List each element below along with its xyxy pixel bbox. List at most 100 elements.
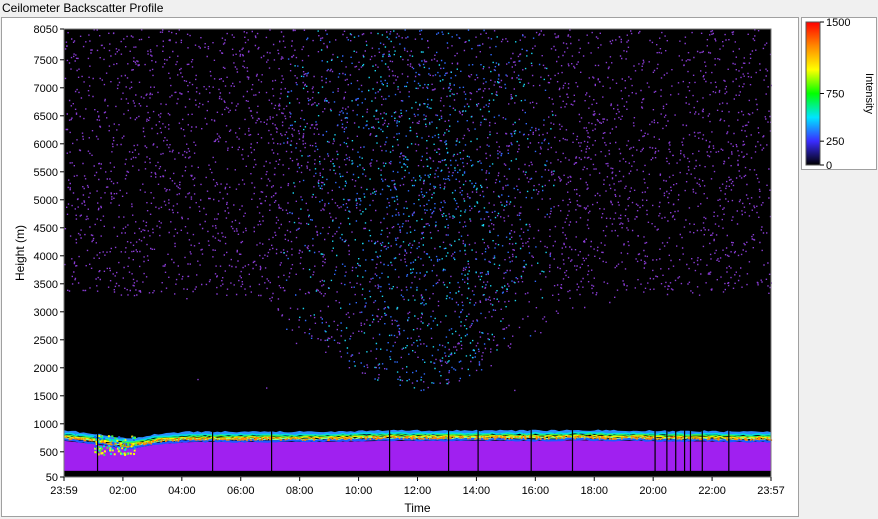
y-tick-label: 5500	[34, 167, 58, 179]
x-tick-label: 08:00	[286, 485, 314, 497]
disturbance-speck	[103, 437, 106, 440]
y-tick-label: 50	[46, 472, 58, 484]
disturbance-speck	[126, 442, 129, 445]
data-gap-line	[388, 423, 391, 472]
y-tick-label: 1000	[34, 419, 58, 431]
disturbance-speck	[114, 437, 117, 440]
disturbance-speck	[103, 450, 106, 453]
y-tick-label: 7000	[34, 83, 58, 95]
x-tick-label: 23:59	[50, 485, 78, 497]
y-axis-title: Height (m)	[13, 225, 27, 281]
disturbance-speck	[103, 445, 106, 448]
x-tick-label: 06:00	[227, 485, 255, 497]
data-gap-line	[728, 423, 730, 472]
data-gap-line	[96, 423, 99, 472]
disturbance-speck	[109, 452, 112, 455]
disturbance-speck	[134, 437, 137, 440]
disturbance-speck	[133, 453, 136, 456]
disturbance-speck	[121, 453, 124, 456]
y-tick-label: 3000	[34, 307, 58, 319]
y-tick-label: 6000	[34, 139, 58, 151]
y-tick-label: 3500	[34, 279, 58, 291]
y-tick-label: 7500	[34, 55, 58, 67]
disturbance-speck	[121, 441, 124, 444]
disturbance-speck	[94, 436, 97, 439]
disturbance-speck	[104, 440, 107, 443]
data-gap-line	[701, 423, 703, 472]
data-gap-line	[675, 423, 677, 472]
y-tick-label: 4500	[34, 223, 58, 235]
disturbance-speck	[111, 435, 114, 438]
disturbance-speck	[98, 435, 101, 438]
data-gap-line	[654, 423, 656, 472]
disturbance-speck	[115, 445, 118, 448]
x-tick-label: 20:00	[639, 485, 667, 497]
boundary-layer	[64, 429, 773, 476]
disturbance-speck	[135, 446, 138, 449]
disturbance-speck	[99, 440, 102, 443]
disturbance-speck	[121, 447, 124, 450]
disturbance-speck	[114, 440, 117, 443]
x-tick-label: 04:00	[168, 485, 196, 497]
disturbance-speck	[108, 445, 111, 448]
y-tick-label: 4000	[34, 251, 58, 263]
disturbance-speck	[116, 441, 119, 444]
disturbance-speck	[118, 446, 121, 449]
plot-area[interactable]	[64, 29, 773, 477]
disturbance-speck	[122, 438, 125, 441]
data-gap-line	[477, 423, 479, 472]
disturbance-speck	[121, 444, 124, 447]
x-tick-label: 12:00	[404, 485, 432, 497]
data-gap-line	[689, 423, 692, 472]
disturbance-speck	[100, 435, 103, 438]
disturbance-speck	[129, 452, 132, 455]
disturbance-speck	[103, 453, 106, 456]
y-tick-label: 8050	[34, 24, 58, 36]
data-gap-line	[666, 423, 668, 472]
disturbance-speck	[130, 445, 133, 448]
disturbance-speck	[127, 444, 130, 447]
x-axis-title: Time	[404, 501, 431, 515]
disturbance-speck	[116, 439, 119, 442]
y-tick-label: 1500	[34, 391, 58, 403]
data-gap-line	[571, 423, 574, 472]
disturbance-speck	[133, 449, 136, 452]
disturbance-speck	[135, 444, 138, 447]
data-gap-line	[530, 423, 532, 472]
y-tick-label: 5000	[34, 195, 58, 207]
disturbance-speck	[106, 446, 109, 449]
surface-strip	[64, 470, 771, 477]
disturbance-speck	[109, 439, 112, 442]
y-tick-label: 2500	[34, 335, 58, 347]
disturbance-speck	[99, 448, 102, 451]
disturbance-speck	[132, 443, 135, 446]
x-tick-label: 18:00	[580, 485, 608, 497]
disturbance-speck	[132, 446, 135, 449]
heatmap-chart: 50 500 1000 1500 2000 2500 3000 3500 4000 4500 500…	[13, 24, 785, 515]
data-gap-line	[211, 423, 214, 472]
disturbance-speck	[99, 438, 102, 441]
y-tick-label: 2000	[34, 363, 58, 375]
data-gap-line	[270, 423, 273, 472]
disturbance-speck	[109, 449, 112, 452]
colorbar-panel	[801, 17, 877, 170]
disturbance-speck	[124, 448, 127, 451]
x-tick-label: 22:00	[698, 485, 726, 497]
data-gap-line	[447, 423, 450, 472]
disturbance-speck	[118, 436, 121, 439]
disturbance-speck	[117, 450, 120, 453]
disturbance-speck	[113, 453, 116, 456]
disturbance-speck	[100, 452, 103, 455]
x-tick-label: 02:00	[109, 485, 137, 497]
disturbance-speck	[112, 440, 115, 443]
disturbance-speck	[111, 441, 114, 444]
x-tick-label: 10:00	[345, 485, 373, 497]
disturbance-speck	[126, 452, 129, 455]
y-tick-label: 6500	[34, 111, 58, 123]
x-tick-label: 16:00	[522, 485, 550, 497]
disturbance-speck	[94, 446, 97, 449]
strong-aerosol-layer	[64, 440, 771, 476]
y-tick-label: 500	[40, 447, 58, 459]
disturbance-speck	[124, 453, 127, 456]
x-tick-label: 14:00	[463, 485, 491, 497]
